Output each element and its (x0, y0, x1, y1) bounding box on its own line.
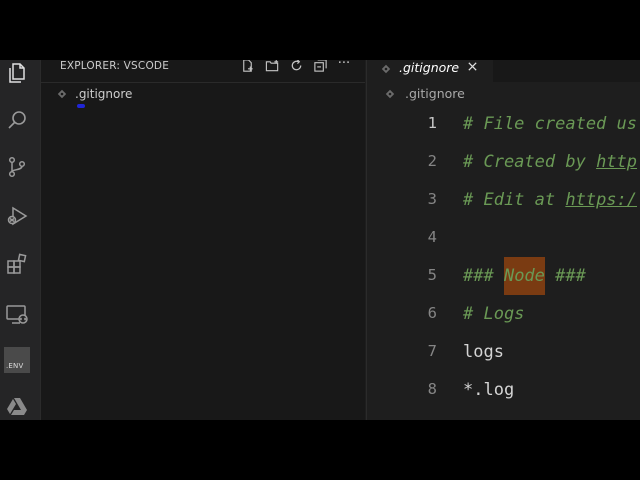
code-line: 5 ### Node ### (367, 257, 640, 304)
code-line: 3 # Edit at https:/ (367, 190, 640, 228)
code-line: 6 # Logs (367, 304, 640, 342)
mouse-cursor-marker (77, 104, 85, 108)
code-text: logs (463, 342, 504, 362)
explorer-icon[interactable] (4, 60, 30, 86)
drive-icon[interactable] (4, 394, 30, 420)
git-file-icon (381, 64, 391, 74)
remote-explorer-icon[interactable] (4, 301, 30, 327)
code-line: 2 # Created by http (367, 152, 640, 190)
code-line: 7 logs (367, 342, 640, 380)
file-tree-item[interactable]: .gitignore (41, 86, 365, 104)
code-line: 8 *.log (367, 380, 640, 418)
code-text: ### Node ### (463, 257, 586, 295)
comment-text: # Edit at (463, 190, 566, 210)
refresh-icon[interactable] (287, 60, 305, 74)
breadcrumb-item[interactable]: .gitignore (405, 86, 465, 101)
line-number: 3 (427, 190, 437, 208)
code-text: # Edit at https:/ (463, 190, 637, 210)
line-number: 2 (427, 152, 437, 170)
letterbox-top (0, 0, 640, 60)
comment-text: ### (463, 266, 504, 286)
comment-link[interactable]: http (596, 152, 637, 172)
env-icon-label: .ENV (6, 362, 24, 370)
new-folder-icon[interactable] (263, 60, 281, 74)
activity-bar: .ENV (0, 60, 41, 420)
new-file-icon[interactable] (238, 60, 256, 74)
source-control-icon[interactable] (4, 154, 30, 180)
close-icon[interactable] (465, 60, 479, 73)
line-number: 1 (427, 114, 437, 132)
line-number: 5 (427, 266, 437, 284)
editor-group: .gitignore .gitignore 1 # File created u… (366, 60, 640, 420)
collapse-all-icon[interactable] (311, 60, 329, 74)
breadcrumb: .gitignore (367, 84, 640, 104)
explorer-title: EXPLORER: VSCODE (60, 60, 170, 72)
line-number: 4 (427, 228, 437, 246)
more-actions-icon[interactable]: ··· (335, 60, 353, 72)
git-file-icon (57, 89, 67, 99)
search-icon[interactable] (4, 107, 30, 133)
file-tree-item-label: .gitignore (75, 87, 133, 101)
explorer-header: EXPLORER: VSCODE ··· (41, 60, 365, 84)
letterbox-bottom (0, 420, 640, 480)
tab-label: .gitignore (399, 60, 460, 75)
comment-link[interactable]: https:/ (565, 190, 637, 210)
code-text: # Created by http (463, 152, 637, 172)
env-file-icon[interactable]: .ENV (4, 347, 30, 373)
comment-text: # Created by (463, 152, 597, 172)
tab-gitignore[interactable]: .gitignore (367, 60, 493, 82)
comment-text: ### (544, 266, 586, 286)
tree-divider (41, 82, 365, 83)
git-file-icon (385, 89, 395, 99)
code-text: *.log (463, 380, 515, 400)
code-text: # File created us (463, 114, 637, 134)
line-number: 6 (427, 304, 437, 322)
vscode-window: .ENV EXPLORER: VSCODE ··· .gitignore .gi… (0, 60, 640, 420)
line-number: 8 (427, 380, 437, 398)
tab-bar: .gitignore (367, 60, 640, 82)
code-line: 1 # File created us (367, 114, 640, 152)
line-number: 7 (427, 342, 437, 360)
search-highlight: Node (503, 257, 545, 295)
explorer-sidebar: EXPLORER: VSCODE ··· .gitignore (41, 60, 365, 420)
code-text: # Logs (463, 304, 525, 324)
run-debug-icon[interactable] (4, 203, 30, 229)
extensions-icon[interactable] (4, 251, 30, 277)
